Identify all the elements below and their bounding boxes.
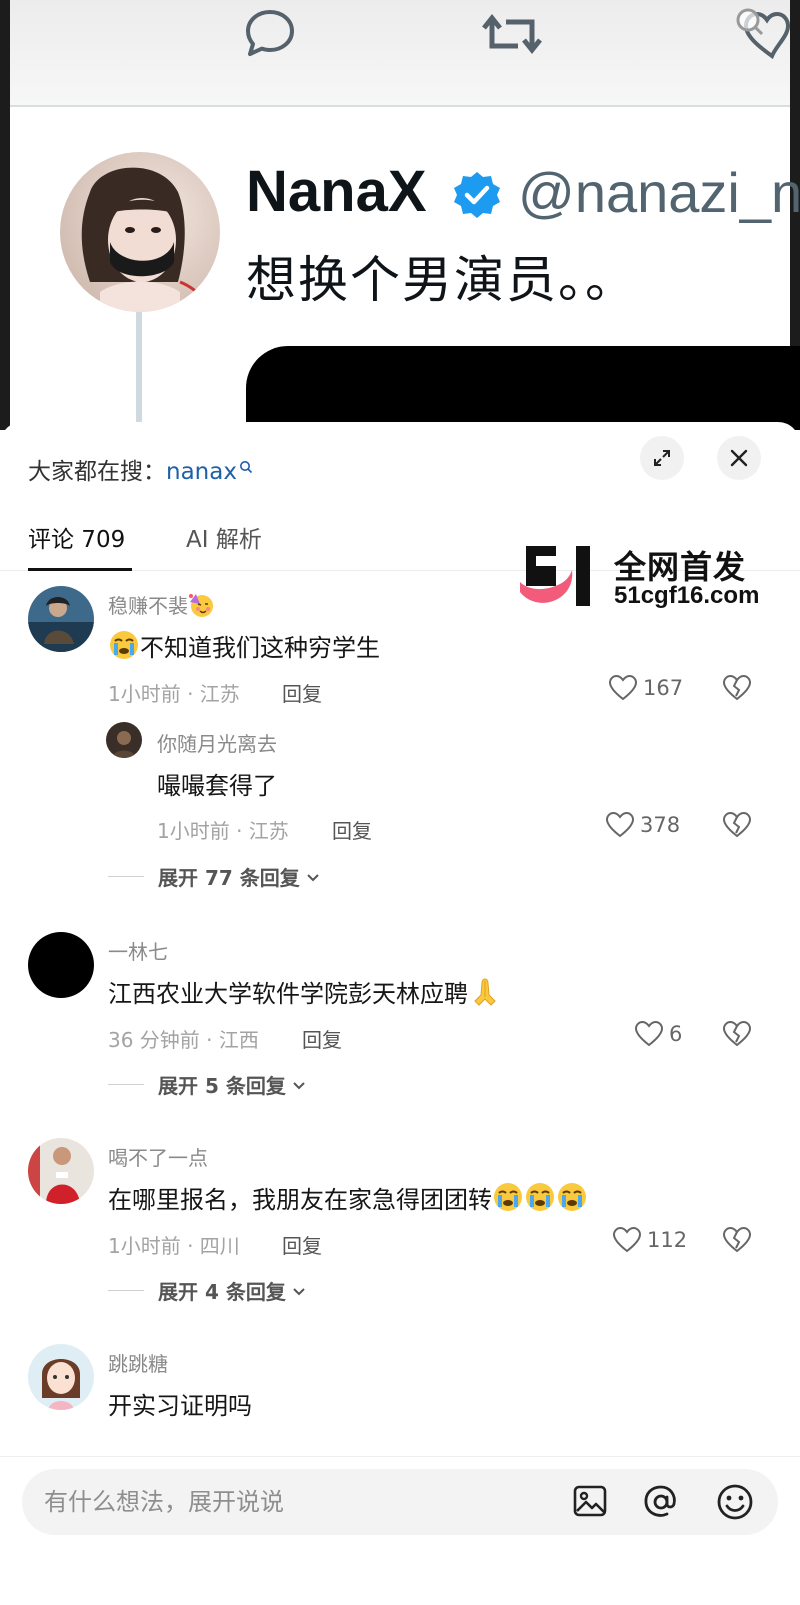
- watermark-url: 51cgf16.com: [614, 582, 760, 609]
- comment-username[interactable]: 喝不了一点: [108, 1142, 208, 1171]
- tweet-text: 想换个男演员。。: [246, 251, 637, 309]
- expand-replies-label: 展开 5 条回复: [158, 1074, 286, 1098]
- avatar[interactable]: [28, 1138, 94, 1204]
- comment-meta: 1小时前 · 四川: [108, 1234, 240, 1258]
- expand-replies-button[interactable]: 展开 77 条回复: [108, 862, 322, 891]
- expand-replies-label: 展开 77 条回复: [158, 866, 300, 890]
- expand-icon: [654, 450, 670, 466]
- search-suggestion-keyword[interactable]: nanax: [166, 459, 237, 485]
- reply-text: 嘬嘬套得了: [157, 772, 277, 800]
- like-button[interactable]: 167: [608, 674, 683, 702]
- thread-line: [136, 312, 142, 430]
- tweet-author-avatar[interactable]: [60, 152, 220, 312]
- comment-text: 不知道我们这种穷学生: [108, 628, 380, 667]
- tweet-screenshot: NanaX @nanazi_n 想换个男演员。。: [0, 0, 800, 430]
- tweet-card: NanaX @nanazi_n 想换个男演员。。: [10, 0, 800, 430]
- comment-text: 开实习证明吗: [108, 1392, 252, 1420]
- chevron-down-icon: [293, 1081, 305, 1089]
- like-count: 167: [643, 676, 684, 700]
- reply-button[interactable]: 回复: [332, 815, 372, 844]
- at-icon[interactable]: [642, 1483, 680, 1525]
- avatar[interactable]: [28, 586, 94, 652]
- like-button[interactable]: 6: [634, 1020, 682, 1048]
- broken-heart-icon: [722, 674, 752, 701]
- tweet-media[interactable]: [246, 346, 800, 430]
- broken-heart-icon: [722, 1020, 752, 1047]
- like-icon[interactable]: [722, 6, 792, 66]
- expand-replies-label: 展开 4 条回复: [158, 1280, 286, 1304]
- comment-icon[interactable]: [242, 6, 298, 66]
- active-tab-indicator: [28, 568, 132, 571]
- tweet-author-handle[interactable]: @nanazi_n: [518, 160, 800, 225]
- crying-face-emoji-icon: [492, 1181, 524, 1219]
- reply-button[interactable]: 回复: [282, 1230, 322, 1259]
- broken-heart-icon: [722, 1226, 752, 1253]
- reply-button[interactable]: 回复: [282, 678, 322, 707]
- reply-meta: 1小时前 · 江苏: [157, 819, 289, 843]
- heart-icon: [608, 674, 638, 701]
- dislike-button[interactable]: [722, 674, 752, 706]
- broken-heart-icon: [722, 811, 752, 838]
- dislike-button[interactable]: [722, 811, 752, 843]
- expand-replies-button[interactable]: 展开 4 条回复: [108, 1276, 308, 1305]
- search-icon: [239, 454, 253, 480]
- search-suggestion[interactable]: 大家都在搜：nanax: [28, 452, 253, 486]
- expand-replies-button[interactable]: 展开 5 条回复: [108, 1070, 308, 1099]
- emoji-icon[interactable]: [716, 1483, 754, 1525]
- crying-face-emoji-icon: [524, 1181, 556, 1219]
- reply-button[interactable]: 回复: [302, 1024, 342, 1053]
- comment-meta: 1小时前 · 江苏: [108, 682, 240, 706]
- comment-meta: 36 分钟前 · 江西: [108, 1028, 259, 1052]
- expand-fullscreen-button[interactable]: [640, 436, 684, 480]
- folded-hands-emoji-icon: [468, 975, 502, 1013]
- avatar[interactable]: [28, 1344, 94, 1410]
- divider: [108, 1084, 144, 1085]
- avatar[interactable]: [106, 722, 142, 758]
- like-count: 378: [640, 813, 681, 837]
- like-button[interactable]: 378: [605, 811, 680, 839]
- comment-username[interactable]: 稳赚不裴: [108, 590, 214, 623]
- divider: [108, 876, 144, 877]
- chevron-down-icon: [307, 873, 319, 881]
- dislike-button[interactable]: [722, 1226, 752, 1258]
- dislike-button[interactable]: [722, 1020, 752, 1052]
- tab-comments[interactable]: 评论 709: [28, 520, 125, 554]
- tweet-author-name[interactable]: NanaX: [246, 158, 427, 225]
- watermark-logo-icon: [520, 546, 590, 606]
- divider: [108, 1290, 144, 1291]
- reply-username[interactable]: 你随月光离去: [157, 728, 277, 757]
- like-count: 112: [647, 1228, 688, 1252]
- crying-face-emoji-icon: [556, 1181, 588, 1219]
- search-suggestion-label: 大家都在搜：: [28, 459, 166, 485]
- avatar[interactable]: [28, 932, 94, 998]
- like-count: 6: [669, 1022, 683, 1046]
- crying-face-emoji-icon: [108, 629, 140, 667]
- image-icon[interactable]: [572, 1483, 608, 1523]
- heart-icon: [605, 811, 635, 838]
- comment-username[interactable]: 跳跳糖: [108, 1348, 168, 1377]
- verified-badge-icon: [452, 170, 502, 224]
- watermark: 全网首发 51cgf16.com: [520, 542, 790, 612]
- comment-text: 在哪里报名，我朋友在家急得团团转: [108, 1180, 588, 1219]
- tweet-action-bar: [10, 0, 792, 107]
- close-icon: [730, 449, 748, 467]
- close-button[interactable]: [717, 436, 761, 480]
- heart-icon: [634, 1020, 664, 1047]
- like-button[interactable]: 112: [612, 1226, 687, 1254]
- comment-sheet: 大家都在搜：nanax 评论 709 AI 解析 全网首发 51cgf16.co…: [0, 422, 800, 1604]
- party-face-emoji-icon: [188, 592, 214, 623]
- tab-ai-analysis[interactable]: AI 解析: [186, 520, 262, 554]
- retweet-icon[interactable]: [480, 6, 544, 66]
- chevron-down-icon: [293, 1287, 305, 1295]
- comment-input-bar: [0, 1456, 800, 1605]
- comment-text: 江西农业大学软件学院彭天林应聘: [108, 974, 502, 1013]
- comment-username[interactable]: 一林七: [108, 936, 168, 965]
- heart-icon: [612, 1226, 642, 1253]
